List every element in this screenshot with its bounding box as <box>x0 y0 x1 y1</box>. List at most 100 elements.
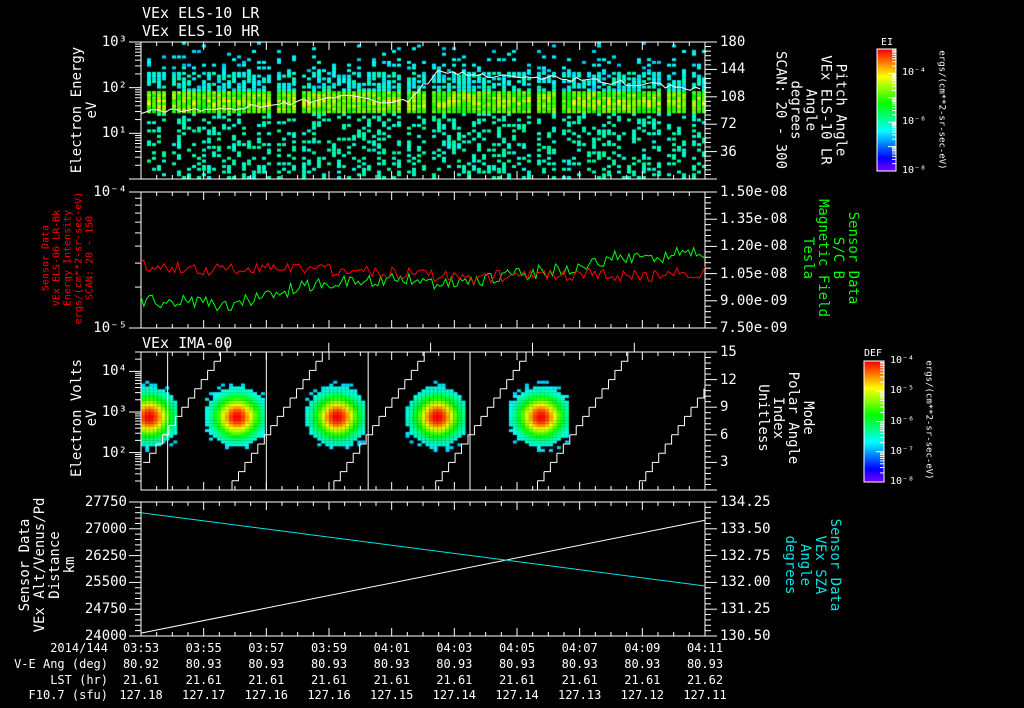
y-tick-label: 24750 <box>84 601 127 618</box>
panel3-title: VEx IMA-00 <box>142 334 233 352</box>
colorbar1-tick-label: 10⁻⁴ <box>902 67 927 79</box>
ephemeris-row-label: LST (hr) <box>50 672 108 687</box>
ephemeris-value: 80.93 <box>185 657 222 671</box>
ephemeris-value: 21.61 <box>122 672 160 687</box>
colorbar2-tick-label: 10⁻⁷ <box>890 445 915 457</box>
colorbar2-units: ergs/(cm**2-sr-sec-eV) <box>923 360 934 480</box>
ephemeris-value: 127.11 <box>683 688 727 702</box>
ephemeris-value: 21.61 <box>561 672 598 687</box>
ephemeris-value: 21.61 <box>310 672 348 687</box>
time-tick-label: 04:05 <box>498 641 536 655</box>
ephemeris-value: 21.61 <box>436 672 473 687</box>
y2-tick-label: 9 <box>720 399 729 416</box>
ephemeris-value: 21.61 <box>498 672 536 687</box>
y-tick-label: 10¹ <box>101 125 127 142</box>
y-tick-label: 25500 <box>84 574 127 591</box>
ephemeris-value: 127.12 <box>620 688 665 702</box>
panel1-y2label: Pitch Angle VEx ELS-10 LR Angle degrees … <box>772 50 849 170</box>
energy-intensity-line <box>140 258 706 286</box>
ephemeris-value: 80.93 <box>498 657 536 671</box>
ephemeris-value: 21.62 <box>686 672 724 687</box>
ephemeris-value: 80.93 <box>310 657 348 671</box>
y-tick-label: 27000 <box>84 520 127 537</box>
y2-tick-label: 134.25 <box>720 494 771 510</box>
y2-tick-label: 132.00 <box>720 574 771 591</box>
panel2-frame <box>140 191 706 329</box>
y2-tick-label: 36 <box>720 143 737 160</box>
y-tick-label: 27750 <box>84 494 127 510</box>
panel3-frame <box>140 351 706 491</box>
y-tick-label: 10⁻⁴ <box>93 184 127 200</box>
sza-line <box>140 512 706 587</box>
colorbar2-tick-label: 10⁻⁸ <box>890 476 915 487</box>
y-tick-label: 10³ <box>101 34 127 50</box>
polar-angle-index-line <box>143 342 705 491</box>
y2-tick-label: 7.50e-09 <box>720 320 788 336</box>
y2-tick-label: 130.50 <box>720 628 771 644</box>
ephemeris-value: 127.14 <box>495 688 539 702</box>
time-tick-label: 03:53 <box>122 641 160 655</box>
y2-tick-label: 6 <box>720 426 729 443</box>
colorbar1-tick-label: 10⁻⁶ <box>902 116 927 128</box>
y2-tick-label: 180 <box>720 34 746 50</box>
ephemeris-value: 21.61 <box>624 672 661 687</box>
time-tick-label: 04:09 <box>624 641 661 655</box>
colorbar1-tick-label: 10⁻⁸ <box>902 165 927 176</box>
y-tick-label: 10² <box>101 444 127 461</box>
y-tick-label: 10⁴ <box>101 363 127 380</box>
altitude-line <box>140 519 706 634</box>
ephemeris-value: 80.93 <box>624 657 661 671</box>
ephemeris-value: 80.93 <box>248 657 285 671</box>
time-tick-label: 03:59 <box>310 641 348 655</box>
colorbar1-units: ergs/(cm**2-sr-sec-eV) <box>936 50 947 170</box>
y2-tick-label: 144 <box>720 61 746 78</box>
time-tick-label: 03:57 <box>248 641 285 655</box>
y2-tick-label: 1.35e-08 <box>720 211 788 228</box>
panel1-frame <box>140 41 706 180</box>
y-tick-label: 10² <box>101 79 127 96</box>
time-tick-label: 04:01 <box>373 641 410 655</box>
y2-tick-label: 133.50 <box>720 520 771 537</box>
y-tick-label: 10³ <box>101 403 127 420</box>
y2-tick-label: 12 <box>720 371 737 388</box>
ephemeris-value: 127.14 <box>432 688 477 702</box>
magnetic-field-line <box>140 246 706 312</box>
colorbar2-tick-label: 10⁻⁶ <box>890 415 915 427</box>
y2-tick-label: 9.00e-09 <box>720 292 788 309</box>
y2-tick-label: 1.20e-08 <box>720 238 788 255</box>
panel1-title-hr: VEx ELS-10 HR <box>142 22 260 40</box>
colorbar2-tick-label: 10⁻⁵ <box>890 385 915 397</box>
panel4-y2label: Sensor Data VEx SZA Angle degrees <box>782 518 843 612</box>
time-tick-label: 04:11 <box>686 641 724 655</box>
ephemeris-value: 127.17 <box>181 688 226 702</box>
panel1-title-lr: VEx ELS-10 LR <box>142 4 260 22</box>
time-tick-label: 04:07 <box>561 641 598 655</box>
colorbar1-frame <box>876 48 897 172</box>
y-tick-label: 10⁻⁵ <box>93 320 127 336</box>
colorbar2-tick-label: 10⁻⁴ <box>890 355 915 366</box>
ephemeris-value: 21.61 <box>373 672 410 687</box>
y2-tick-label: 131.25 <box>720 601 771 618</box>
panel1-ylabel: Electron Energy eV <box>69 46 100 174</box>
y-tick-label: 24000 <box>84 628 127 644</box>
y2-tick-label: 108 <box>720 88 746 105</box>
panel3-ylabel: Electron Volts eV <box>69 358 100 478</box>
ephemeris-value: 80.93 <box>373 657 410 671</box>
ephemeris-value: 127.16 <box>244 688 289 702</box>
time-tick-label: 03:55 <box>185 641 222 655</box>
ephemeris-value: 80.93 <box>561 657 598 671</box>
ephemeris-value: 80.93 <box>686 657 724 671</box>
ephemeris-value: 127.15 <box>369 688 414 702</box>
y2-tick-label: 1.05e-08 <box>720 265 788 282</box>
ephemeris-value: 21.61 <box>185 672 222 687</box>
colorbar1-title: EI <box>881 37 894 48</box>
ephemeris-value: 80.93 <box>436 657 473 671</box>
colorbar2-title: DEF <box>864 348 883 359</box>
panel3-y2label: Mode Polar Angle Index Unitless <box>755 371 816 465</box>
y2-tick-label: 132.75 <box>720 547 771 564</box>
y2-tick-label: 3 <box>720 454 729 471</box>
y2-tick-label: 72 <box>720 116 737 133</box>
y-tick-label: 26250 <box>84 547 127 564</box>
y2-tick-label: 15 <box>720 344 737 360</box>
panel4-ylabel: Sensor Data VEx Alt/Venus/Pd Distance km <box>17 497 78 633</box>
